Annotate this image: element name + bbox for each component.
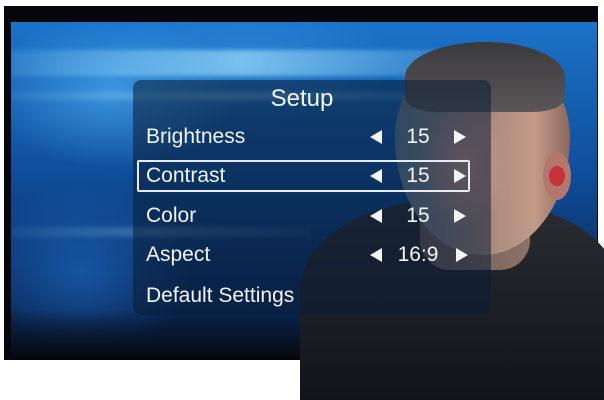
color-value: 15 [406,204,430,227]
left-arrow-icon[interactable] [370,209,382,223]
menu-item-color[interactable]: Color 15 [137,200,470,232]
menu-item-label: Aspect [146,243,211,266]
menu-title: Setup [270,85,334,112]
menu-item-default-settings[interactable]: Default Settings [137,280,470,312]
value-stepper[interactable]: 15 [370,162,470,194]
left-arrow-icon[interactable] [370,169,382,183]
value-stepper[interactable]: 15 [370,121,470,153]
aspect-value: 16:9 [397,243,439,266]
earpiece [549,166,565,186]
menu-item-contrast[interactable]: Contrast 15 [137,160,470,192]
contrast-value: 15 [406,164,430,187]
right-arrow-icon[interactable] [454,169,466,183]
menu-item-brightness[interactable]: Brightness 15 [137,121,470,153]
menu-item-label: Brightness [146,125,246,148]
left-arrow-icon[interactable] [370,130,382,144]
value-stepper[interactable]: 16:9 [370,239,470,271]
brightness-value: 15 [406,125,430,148]
left-arrow-icon[interactable] [370,248,382,262]
menu-item-aspect[interactable]: Aspect 16:9 [137,239,470,271]
menu-item-label: Color [146,204,197,227]
menu-item-label: Contrast [146,164,226,187]
right-arrow-icon[interactable] [456,248,468,262]
background-light-band [11,50,471,76]
menu-item-label: Default Settings [146,284,295,307]
right-arrow-icon[interactable] [454,130,466,144]
value-stepper[interactable]: 15 [370,200,470,232]
right-arrow-icon[interactable] [454,209,466,223]
